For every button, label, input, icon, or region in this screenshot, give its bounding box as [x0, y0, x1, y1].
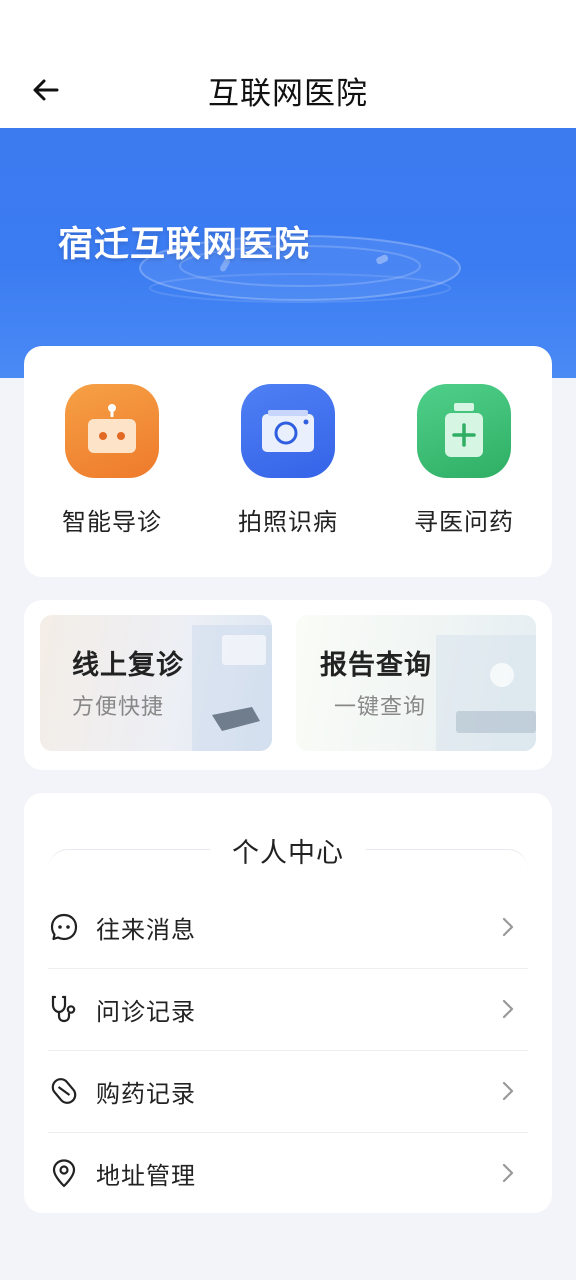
photo-diagnosis-button[interactable]: 拍照识病 — [200, 384, 376, 544]
menu-item-address-management[interactable]: 地址管理 — [48, 1132, 528, 1214]
menu-item-label: 问诊记录 — [96, 997, 196, 1026]
services-card: 线上复诊 方便快捷 报告查询 一键查询 — [24, 600, 552, 770]
chevron-right-icon — [496, 915, 520, 939]
report-query-button[interactable]: 报告查询 一键查询 — [296, 615, 536, 751]
section-title: 个人中心 — [24, 831, 552, 870]
pill-icon — [48, 1075, 80, 1107]
doctor-illustration-icon — [192, 625, 272, 751]
menu-item-label: 往来消息 — [96, 915, 196, 944]
menu-item-label: 购药记录 — [96, 1079, 196, 1108]
chevron-right-icon — [496, 997, 520, 1021]
menu-item-messages[interactable]: 往来消息 — [48, 886, 528, 969]
location-pin-icon — [48, 1157, 80, 1189]
service-title: 线上复诊 — [72, 650, 184, 681]
section-title-text: 个人中心 — [210, 838, 366, 869]
message-icon — [48, 911, 80, 943]
hero-title: 宿迁互联网医院 — [58, 225, 311, 265]
robot-icon — [65, 384, 159, 478]
page-title: 互联网医院 — [208, 76, 368, 112]
personal-center-card: 个人中心 往来消息 问诊记录 购药记录 地址管理 — [24, 793, 552, 1213]
service-title: 报告查询 — [320, 650, 432, 681]
find-doctor-button[interactable]: 寻医问药 — [376, 384, 552, 544]
menu-item-purchase-records[interactable]: 购药记录 — [48, 1050, 528, 1133]
function-label: 智能导诊 — [62, 508, 162, 536]
medicine-bottle-icon — [417, 384, 511, 478]
online-revisit-button[interactable]: 线上复诊 方便快捷 — [40, 615, 272, 751]
function-label: 拍照识病 — [238, 508, 338, 536]
report-illustration-icon — [436, 635, 536, 751]
quick-functions-card: 智能导诊 拍照识病 寻医问药 — [24, 346, 552, 577]
menu-item-consultation-records[interactable]: 问诊记录 — [48, 968, 528, 1051]
camera-icon — [241, 384, 335, 478]
chevron-right-icon — [496, 1161, 520, 1185]
smart-guide-button[interactable]: 智能导诊 — [24, 384, 200, 544]
stethoscope-icon — [48, 993, 80, 1025]
service-subtitle: 方便快捷 — [72, 695, 165, 720]
menu-item-label: 地址管理 — [96, 1161, 196, 1190]
hero-banner: 宿迁互联网医院 — [0, 128, 576, 378]
top-navigation-bar: 互联网医院 — [0, 0, 576, 128]
service-subtitle: 一键查询 — [334, 695, 427, 720]
function-label: 寻医问药 — [414, 508, 514, 536]
chevron-right-icon — [496, 1079, 520, 1103]
